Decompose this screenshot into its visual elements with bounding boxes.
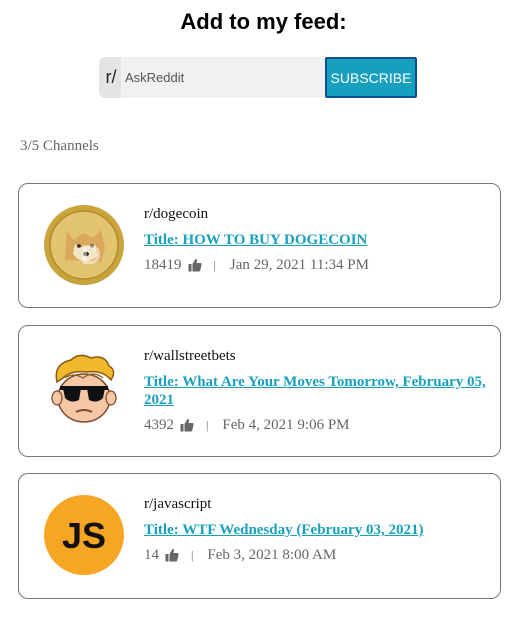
subscribe-form: r/ SUBSCRIBE — [99, 57, 417, 98]
post-meta: 14 | Feb 3, 2021 8:00 AM — [144, 546, 488, 564]
channel-count: 3/5 Channels — [20, 138, 99, 154]
subscribe-button[interactable]: SUBSCRIBE — [325, 57, 417, 98]
vote-count: 14 — [144, 547, 159, 563]
meta-separator: | — [191, 548, 194, 562]
vote-count: 18419 — [144, 257, 182, 273]
thumbs-up-icon — [165, 548, 179, 562]
subreddit-input[interactable] — [121, 57, 325, 98]
svg-text:D: D — [81, 239, 101, 270]
subreddit-name: r/javascript — [144, 496, 212, 512]
thumbs-up-icon — [188, 258, 202, 272]
meta-separator: | — [206, 418, 209, 432]
thumbs-up-icon — [180, 418, 194, 432]
post-title-link[interactable]: Title: WTF Wednesday (February 03, 2021) — [144, 521, 488, 539]
post-meta: 4392 | Feb 4, 2021 9:06 PM — [144, 416, 488, 434]
vote-count: 4392 — [144, 417, 174, 433]
subreddit-prefix: r/ — [99, 57, 121, 98]
post-title-link[interactable]: Title: What Are Your Moves Tomorrow, Feb… — [144, 373, 488, 409]
post-meta: 18419 | Jan 29, 2021 11:34 PM — [144, 256, 488, 274]
channel-card-dogecoin: D r/dogecoin Title: HOW TO BUY DOGECOIN … — [18, 183, 501, 308]
meta-separator: | — [213, 258, 216, 272]
js-logo-text: JS — [62, 515, 106, 556]
wallstreetbets-icon — [43, 348, 125, 430]
dogecoin-icon: D — [43, 204, 125, 286]
post-date: Feb 3, 2021 8:00 AM — [207, 547, 337, 563]
post-title-link[interactable]: Title: HOW TO BUY DOGECOIN — [144, 231, 488, 249]
subreddit-name: r/dogecoin — [144, 206, 209, 222]
subreddit-name: r/wallstreetbets — [144, 348, 236, 364]
post-date: Jan 29, 2021 11:34 PM — [229, 257, 369, 273]
page-title: Add to my feed: — [180, 9, 347, 34]
channel-card-wallstreetbets: r/wallstreetbets Title: What Are Your Mo… — [18, 325, 501, 457]
post-date: Feb 4, 2021 9:06 PM — [222, 417, 350, 433]
channel-card-javascript: JS r/javascript Title: WTF Wednesday (Fe… — [18, 473, 501, 599]
javascript-icon: JS — [43, 494, 125, 576]
